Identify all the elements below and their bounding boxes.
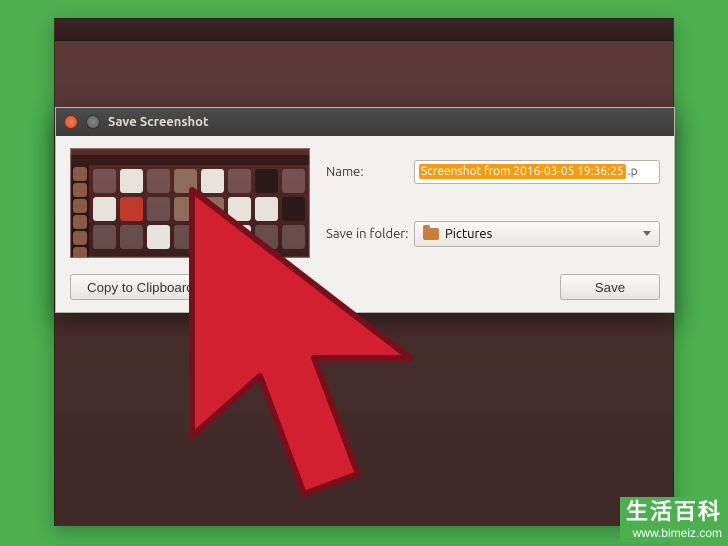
dialog-title: Save Screenshot [108,115,209,129]
dialog-titlebar[interactable]: Save Screenshot [56,108,674,136]
filename-input[interactable]: Screenshot from 2016-03-05 19:36:25 .p [414,160,660,184]
close-icon[interactable] [64,115,78,129]
minimize-icon[interactable] [86,115,100,129]
filename-ext: .p [626,165,638,178]
folder-label: Save in folder: [326,227,414,241]
copy-clipboard-button[interactable]: Copy to Clipboard [70,274,211,300]
chevron-down-icon [643,231,651,236]
folder-icon [423,228,439,240]
save-screenshot-dialog: Save Screenshot Name: Screenshot from 20… [55,107,675,313]
watermark: 生活百科 www.bimeiz.com [620,497,728,542]
name-label: Name: [326,165,414,179]
folder-value: Pictures [445,227,492,241]
save-form: Name: Screenshot from 2016-03-05 19:36:2… [326,148,660,258]
watermark-url: www.bimeiz.com [626,526,722,540]
desktop-backdrop: Save Screenshot Name: Screenshot from 20… [54,18,674,526]
filename-selected-text: Screenshot from 2016-03-05 19:36:25 [419,164,626,179]
screenshot-thumbnail [70,148,310,258]
top-menubar [55,19,673,41]
save-button[interactable]: Save [560,274,660,300]
folder-dropdown[interactable]: Pictures [414,221,660,247]
watermark-text-cn: 生活百科 [626,499,722,525]
